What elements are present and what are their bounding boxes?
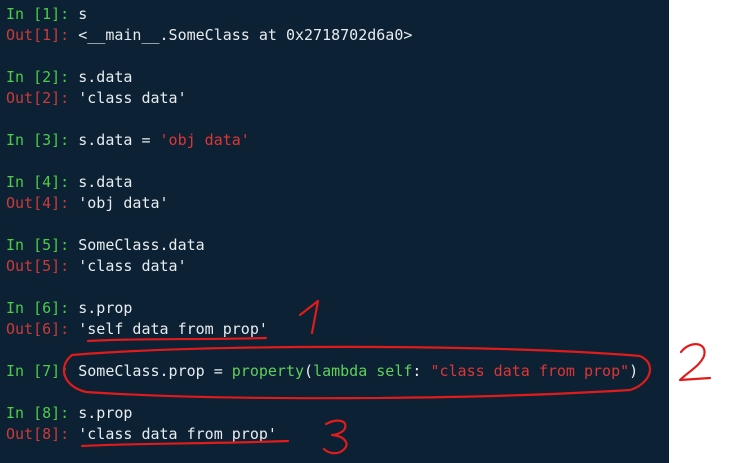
input-line-1[interactable]: In [1]: s [6,4,87,25]
output-line-8: Out[8]: 'class data from prop' [6,424,277,445]
in-prompt-3: In [3]: [6,131,70,149]
input-code-5: SomeClass.data [78,236,205,254]
output-value-4: 'obj data' [78,194,169,212]
input-line-7[interactable]: In [7]: SomeClass.prop = property(lambda… [6,361,638,382]
input-code-2: s.data [78,68,133,86]
input-code-8: s.prop [78,404,133,422]
out-prompt-8: Out[8]: [6,425,70,443]
output-line-2: Out[2]: 'class data' [6,88,187,109]
in-prompt-2: In [2]: [6,68,70,86]
in-prompt-7: In [7]: [6,362,70,380]
out-prompt-4: Out[4]: [6,194,70,212]
output-line-5: Out[5]: 'class data' [6,256,187,277]
output-line-4: Out[4]: 'obj data' [6,193,169,214]
out-prompt-5: Out[5]: [6,257,70,275]
input-code-7: SomeClass.prop = [78,362,232,380]
input-line-8[interactable]: In [8]: s.prop [6,403,132,424]
input-line-3[interactable]: In [3]: s.data = 'obj data' [6,130,250,151]
in-prompt-5: In [5]: [6,236,70,254]
input-code-3: s.data = [78,131,160,149]
input-string-7: "class data from prop" [430,362,630,380]
in-prompt-1: In [1]: [6,5,70,23]
output-value-2: 'class data' [78,89,187,107]
output-value-8: 'class data from prop' [78,425,277,443]
paren-open: ( [304,362,314,380]
input-code-4: s.data [78,173,133,191]
in-prompt-4: In [4]: [6,173,70,191]
input-line-4[interactable]: In [4]: s.data [6,172,132,193]
lambda-keyword: lambda [313,362,368,380]
input-line-5[interactable]: In [5]: SomeClass.data [6,235,205,256]
paren-close: ) [629,362,639,380]
out-prompt-6: Out[6]: [6,320,70,338]
out-prompt-2: Out[2]: [6,89,70,107]
output-value-5: 'class data' [78,257,187,275]
lambda-colon: : [412,362,431,380]
property-builtin: property [231,362,305,380]
out-prompt-1: Out[1]: [6,26,70,44]
input-line-2[interactable]: In [2]: s.data [6,67,132,88]
lambda-arg-self: self [367,362,413,380]
output-line-1: Out[1]: <__main__.SomeClass at 0x2718702… [6,25,412,46]
annotation-mark-2-icon [678,343,712,382]
input-code-1: s [78,5,88,23]
input-code-6: s.prop [78,299,133,317]
input-line-6[interactable]: In [6]: s.prop [6,298,132,319]
output-value-1: <__main__.SomeClass at 0x2718702d6a0> [78,26,413,44]
in-prompt-8: In [8]: [6,404,70,422]
input-string-3: 'obj data' [159,131,250,149]
output-line-6: Out[6]: 'self data from prop' [6,319,268,340]
ipython-console: In [1]: s Out[1]: <__main__.SomeClass at… [0,0,669,463]
in-prompt-6: In [6]: [6,299,70,317]
output-value-6: 'self data from prop' [78,320,268,338]
